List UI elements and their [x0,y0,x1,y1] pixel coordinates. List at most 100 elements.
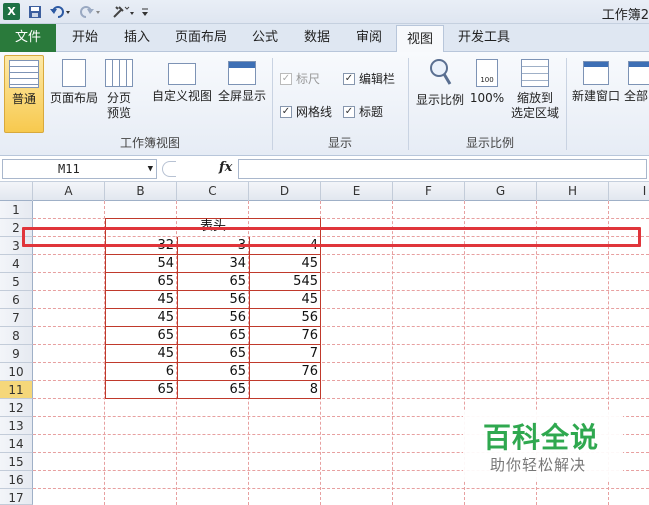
watermark-title: 百科全说 [483,421,600,454]
formula-bar-checkbox[interactable]: ✓ 编辑栏 [343,70,395,87]
cell-b4[interactable]: 54 [105,255,177,273]
cell-b9[interactable]: 45 [105,345,177,363]
row-header-16[interactable]: 16 [0,471,33,489]
formula-bar-expander[interactable] [162,161,176,177]
full-screen-button[interactable]: 全屏显示 [216,55,268,133]
custom-view-label: 自定义视图 [151,89,212,103]
ruler-checkbox[interactable]: ✓ 标尺 [280,70,320,87]
undo-icon[interactable] [48,3,74,21]
row-header-6[interactable]: 6 [0,291,33,309]
cell-c6[interactable]: 56 [177,291,249,309]
cell-b11[interactable]: 65 [105,381,177,399]
gridlines-checkbox[interactable]: ✓ 网格线 [280,103,332,120]
column-header-h[interactable]: H [537,182,609,201]
cell-b8[interactable]: 65 [105,327,177,345]
select-all-corner[interactable] [0,182,33,201]
zoom-button[interactable]: 显示比例 [414,55,466,133]
check-icon: ✓ [280,72,292,85]
watermark-subtitle: 助你轻松解决 [490,456,587,474]
cell-d4[interactable]: 45 [249,255,321,273]
cell-c7[interactable]: 56 [177,309,249,327]
row-header-1[interactable]: 1 [0,201,33,219]
quick-access-dropdown-icon[interactable] [140,3,150,21]
page-layout-label: 页面布局 [49,91,98,105]
tab-formulas[interactable]: 公式 [244,24,286,52]
zoom-100-button[interactable]: 100 100% [468,55,506,133]
customize-icon[interactable] [110,3,138,21]
formula-input[interactable] [238,159,647,179]
highlight-annotation-box [22,227,641,247]
column-header-g[interactable]: G [465,182,537,201]
chevron-down-icon[interactable]: ▼ [148,160,153,178]
cell-c9[interactable]: 65 [177,345,249,363]
tab-review[interactable]: 审阅 [348,24,390,52]
cell-d9[interactable]: 7 [249,345,321,363]
row-header-7[interactable]: 7 [0,309,33,327]
column-header-f[interactable]: F [393,182,465,201]
name-box[interactable]: M11 ▼ [2,159,157,179]
excel-logo-icon[interactable]: X [3,3,20,20]
new-window-button[interactable]: 新建窗口 [570,55,622,133]
tab-home[interactable]: 开始 [60,24,110,52]
tab-page-layout[interactable]: 页面布局 [168,24,234,52]
redo-icon[interactable] [78,3,104,21]
column-header-d[interactable]: D [249,182,321,201]
row-header-15[interactable]: 15 [0,453,33,471]
zoom-label: 显示比例 [415,93,464,107]
cell-d8[interactable]: 76 [249,327,321,345]
row-header-12[interactable]: 12 [0,399,33,417]
column-header-e[interactable]: E [321,182,393,201]
zoom-to-selection-button[interactable]: 缩放到 选定区域 [508,55,562,133]
cell-c8[interactable]: 65 [177,327,249,345]
cell-d5[interactable]: 545 [249,273,321,291]
row-header-17[interactable]: 17 [0,489,33,505]
new-window-icon [583,61,609,85]
cell-c11[interactable]: 65 [177,381,249,399]
workbook-views-group-label: 工作簿视图 [119,136,180,150]
new-window-label: 新建窗口 [571,89,620,103]
tab-insert[interactable]: 插入 [114,24,160,52]
cell-d10[interactable]: 76 [249,363,321,381]
tab-file[interactable]: 文件 [0,24,56,52]
row-header-4[interactable]: 4 [0,255,33,273]
tab-view[interactable]: 视图 [396,25,444,53]
page-layout-view-button[interactable]: 页面布局 [48,55,100,133]
title-bar: X 工作簿2 [0,0,649,24]
headings-label: 标题 [359,105,384,119]
page-break-preview-button[interactable]: 分页 预览 [102,55,136,133]
cell-d11[interactable]: 8 [249,381,321,399]
cell-d7[interactable]: 56 [249,309,321,327]
arrange-all-button[interactable]: 全部 [624,55,649,133]
normal-view-button[interactable]: 普通 [4,55,44,133]
column-header-a[interactable]: A [33,182,105,201]
column-header-b[interactable]: B [105,182,177,201]
tab-developer[interactable]: 开发工具 [452,24,516,52]
cell-c4[interactable]: 34 [177,255,249,273]
zoom-group-label: 显示比例 [465,136,514,150]
ribbon: 普通 页面布局 分页 预览 自定义视图 全屏显示 工作簿视图 ✓ 标尺 ✓ 编辑栏 … [0,52,649,156]
cell-c5[interactable]: 65 [177,273,249,291]
row-header-14[interactable]: 14 [0,435,33,453]
row-header-13[interactable]: 13 [0,417,33,435]
row-header-10[interactable]: 10 [0,363,33,381]
headings-checkbox[interactable]: ✓ 标题 [343,103,383,120]
row-header-5[interactable]: 5 [0,273,33,291]
row-header-9[interactable]: 9 [0,345,33,363]
page-break-label-2: 预览 [106,106,131,120]
arrange-all-icon [628,61,649,85]
save-icon[interactable] [26,3,44,21]
tab-data[interactable]: 数据 [296,24,338,52]
column-header-c[interactable]: C [177,182,249,201]
row-header-11[interactable]: 11 [0,381,33,399]
cell-b6[interactable]: 45 [105,291,177,309]
column-header-i[interactable]: I [609,182,649,201]
zoom-selection-label-2: 选定区域 [510,106,559,120]
cell-c10[interactable]: 65 [177,363,249,381]
row-header-8[interactable]: 8 [0,327,33,345]
cell-b5[interactable]: 65 [105,273,177,291]
insert-function-icon[interactable]: fx [219,160,232,175]
cell-d6[interactable]: 45 [249,291,321,309]
custom-views-button[interactable]: 自定义视图 [150,55,214,133]
cell-b7[interactable]: 45 [105,309,177,327]
cell-b10[interactable]: 6 [105,363,177,381]
